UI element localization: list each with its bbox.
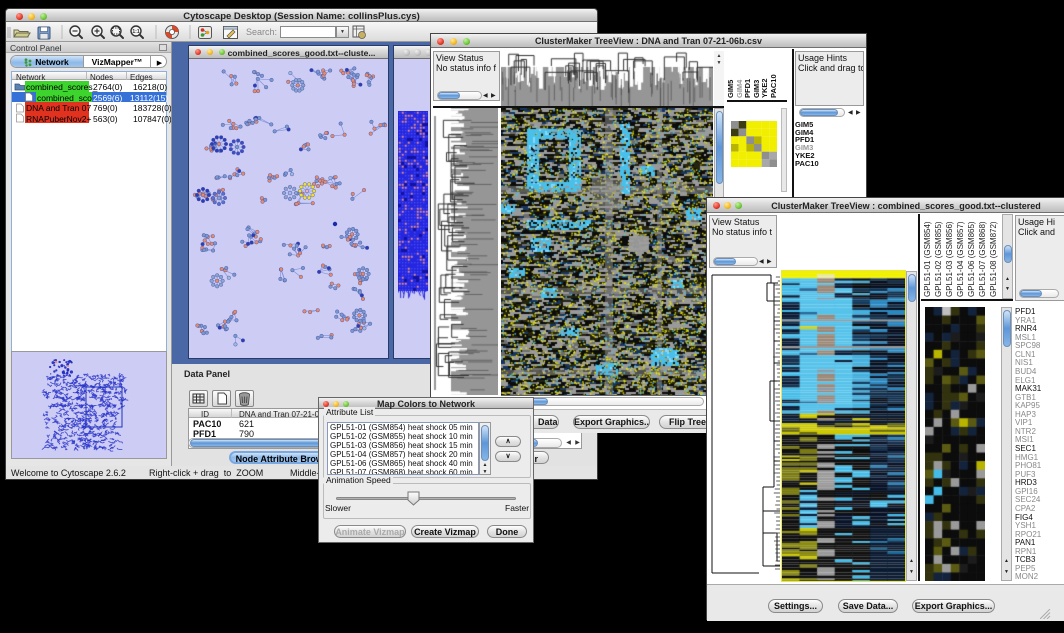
svg-text:1:1: 1:1 bbox=[132, 29, 139, 35]
